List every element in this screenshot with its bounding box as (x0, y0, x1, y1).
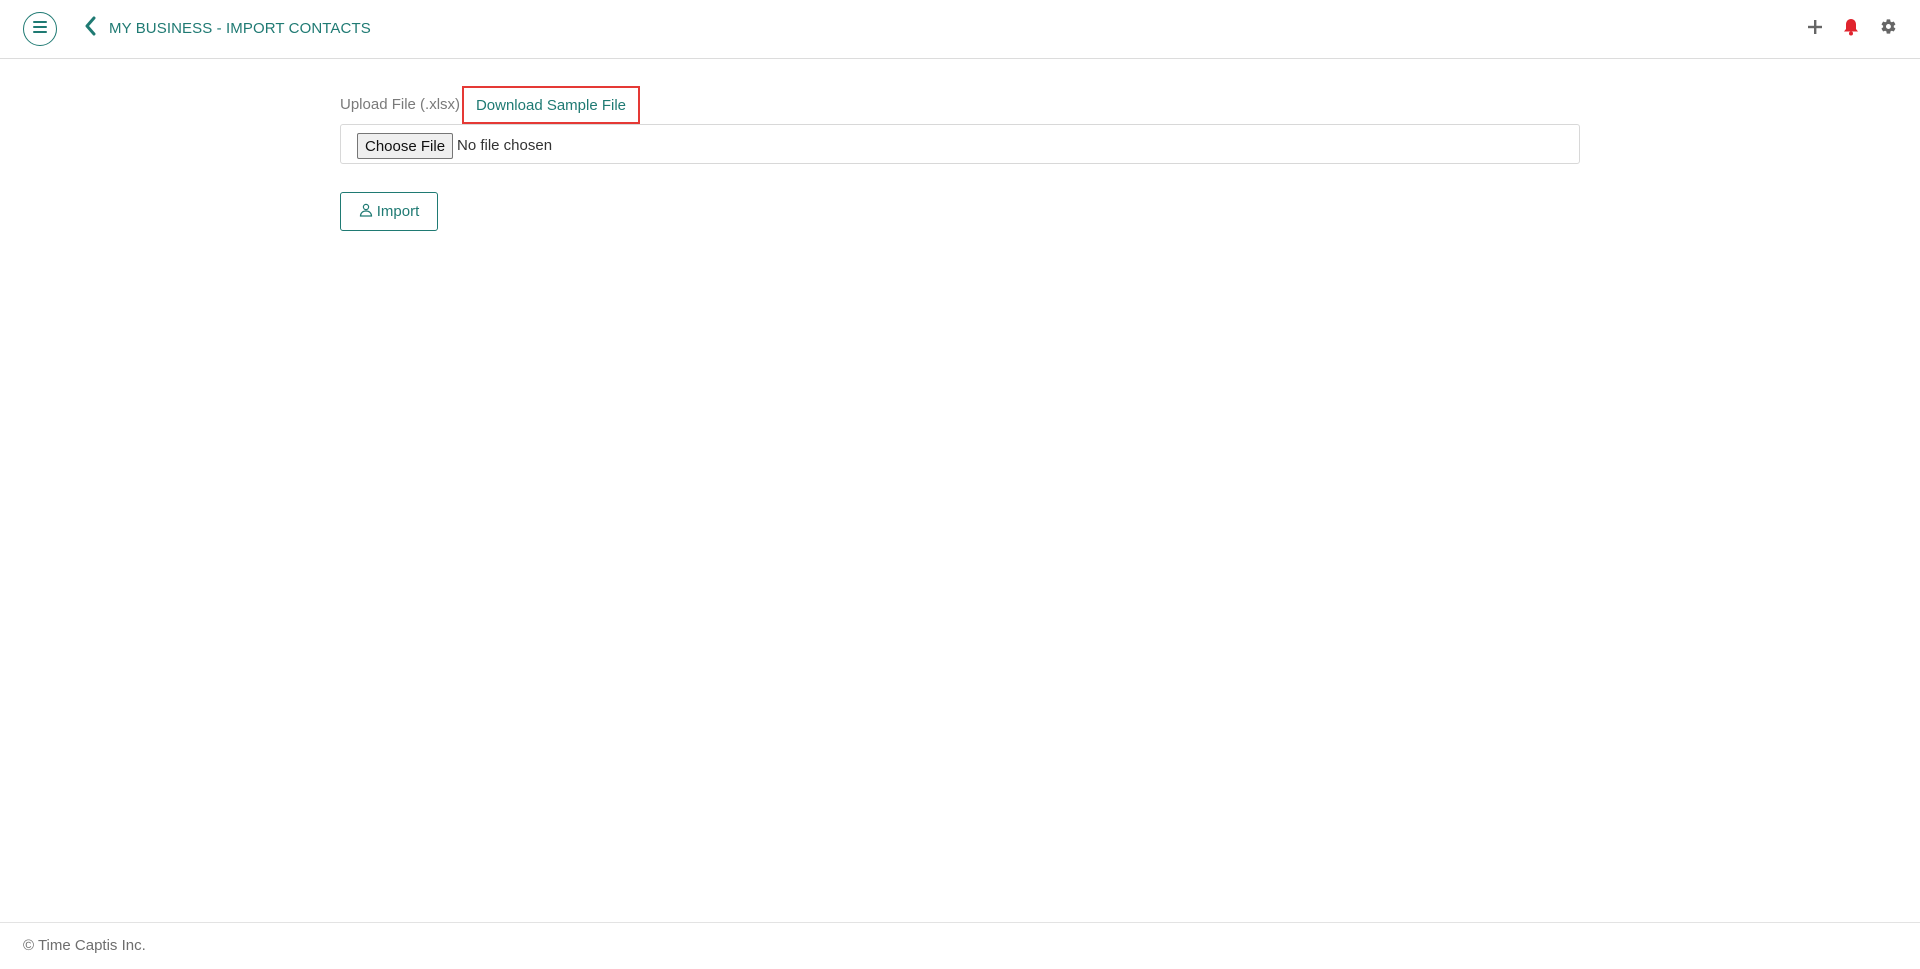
settings-button[interactable] (1877, 18, 1899, 40)
chevron-left-icon (84, 16, 96, 41)
hamburger-menu-icon (32, 20, 48, 39)
plus-icon (1807, 19, 1823, 40)
choose-file-label: Choose File (365, 137, 446, 155)
app-root: MY BUSINESS - IMPORT CONTACTS Upload Fil… (0, 0, 1920, 969)
notifications-button[interactable] (1840, 18, 1862, 40)
download-sample-file-link[interactable]: Download Sample File (462, 86, 640, 124)
file-upload-field[interactable]: Choose File No file chosen (340, 124, 1580, 164)
add-button[interactable] (1804, 18, 1826, 40)
page-title: MY BUSINESS - IMPORT CONTACTS (109, 20, 371, 37)
download-sample-file-label: Download Sample File (475, 96, 627, 114)
choose-file-button[interactable]: Choose File (357, 133, 454, 159)
top-header: MY BUSINESS - IMPORT CONTACTS (0, 0, 1920, 59)
back-button[interactable] (80, 16, 100, 40)
import-label: Import (376, 203, 420, 220)
gear-icon (1880, 18, 1897, 40)
menu-button[interactable] (23, 12, 57, 46)
copyright-text: © Time Captis Inc. (23, 937, 146, 954)
upload-user-icon (359, 203, 373, 221)
bell-icon (1843, 18, 1859, 41)
upload-file-label: Upload File (.xlsx) (340, 96, 461, 113)
file-status-text: No file chosen (457, 137, 553, 154)
import-button[interactable]: Import (340, 192, 438, 231)
footer: © Time Captis Inc. (0, 922, 1920, 969)
